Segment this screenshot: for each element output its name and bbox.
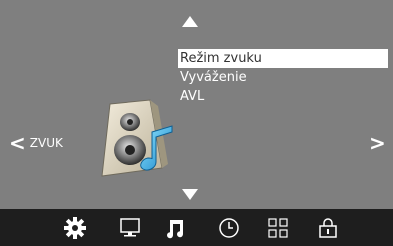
lock-icon[interactable] [313, 209, 343, 246]
next-category-button[interactable]: > [369, 131, 386, 155]
clock-icon[interactable] [214, 209, 244, 246]
menu-item-sound-mode[interactable]: Režim zvuku [178, 49, 388, 68]
bottom-category-bar [0, 209, 393, 246]
gear-icon[interactable] [60, 209, 90, 246]
menu-item-avl[interactable]: AVL [178, 87, 388, 106]
chevron-right-icon: > [369, 131, 386, 155]
chevron-left-icon: < [9, 131, 26, 155]
scroll-down-arrow-icon[interactable] [182, 189, 198, 200]
grid-icon[interactable] [263, 209, 293, 246]
sound-menu-screen: Režim zvuku Vyváženie AVL < ZVUK > [0, 0, 393, 246]
menu-item-balance[interactable]: Vyváženie [178, 68, 388, 87]
sound-menu-list: Režim zvuku Vyváženie AVL [178, 49, 388, 106]
scroll-up-arrow-icon[interactable] [182, 16, 198, 27]
monitor-icon[interactable] [115, 209, 145, 246]
speaker-icon [101, 99, 173, 177]
music-note-icon[interactable] [160, 209, 190, 246]
category-label: ZVUK [29, 136, 63, 150]
previous-category-button[interactable]: < ZVUK [9, 131, 63, 155]
